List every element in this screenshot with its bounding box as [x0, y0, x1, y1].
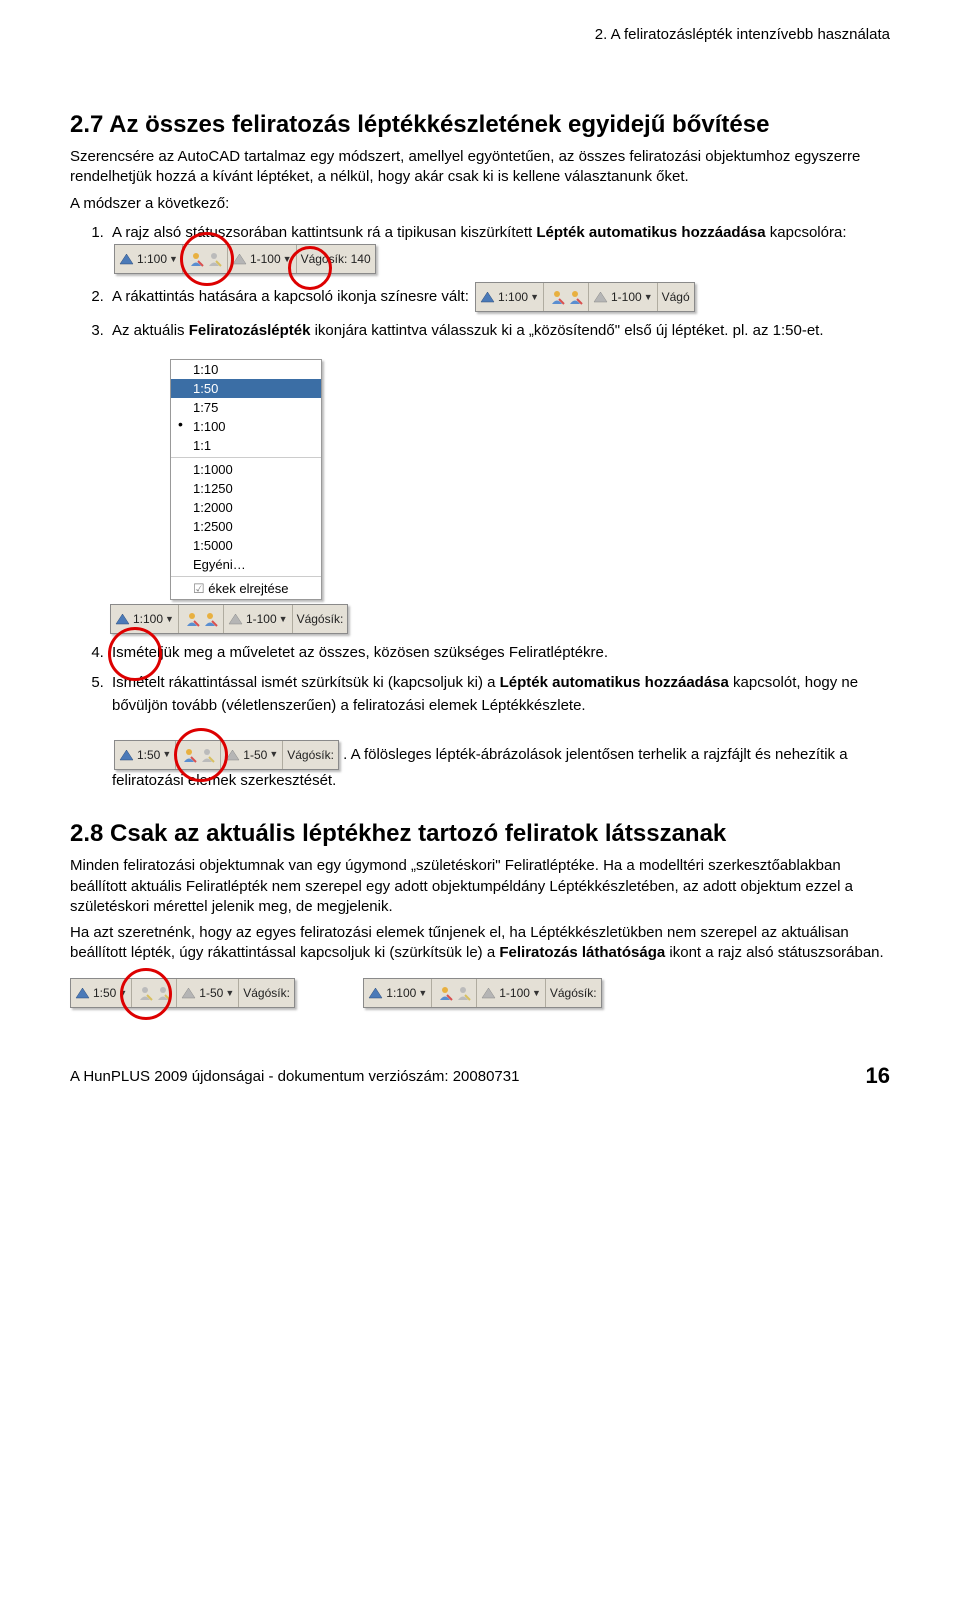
status-bar-4[interactable]: 1:50▼ 1-50▼ Vágósík: [114, 740, 339, 770]
section-2-7-intro: Szerencsére az AutoCAD tartalmaz egy mód… [70, 147, 890, 188]
visibility-icon[interactable] [549, 289, 565, 305]
section-2-8-p2: Ha azt szeretnénk, hogy az egyes felirat… [70, 923, 890, 964]
visibility-icon[interactable] [184, 611, 200, 627]
step-3: Az aktuális Feliratozáslépték ikonjára k… [108, 320, 890, 343]
step-2: A rákattintás hatására a kapcsoló ikonja… [108, 282, 890, 312]
auto-add-icon[interactable] [567, 289, 583, 305]
section-2-8-p1: Minden feliratozási objektumnak van egy … [70, 856, 890, 917]
dropdown-item[interactable]: 1:2000 [171, 498, 321, 517]
dropdown-item[interactable]: 1:1000 [171, 460, 321, 479]
scale-icon [119, 253, 134, 265]
visibility-icon[interactable] [181, 747, 197, 763]
page-header: 2. A feliratozáslépték intenzívebb haszn… [70, 0, 890, 83]
chevron-down-icon: ▼ [169, 253, 178, 267]
step-4: Ismételjük meg a műveletet az összes, kö… [108, 642, 890, 665]
section-2-7-title: 2.7 Az összes feliratozás léptékkészleté… [70, 111, 890, 139]
dropdown-item[interactable]: Egyéni… [171, 555, 321, 574]
step-5: Ismételt rákattintással ismét szürkítsük… [108, 672, 890, 792]
section-2-7-method: A módszer a következő: [70, 194, 890, 214]
step-1: A rajz alsó státuszsorában kattintsunk r… [108, 222, 890, 275]
dropdown-item[interactable]: 1:1 [171, 436, 321, 455]
dropdown-item[interactable]: 1:10 [171, 360, 321, 379]
visibility-icon[interactable] [437, 985, 453, 1001]
dropdown-item[interactable]: 1:2500 [171, 517, 321, 536]
status-bar-3[interactable]: 1:100▼ 1-100▼ Vágósík: [110, 604, 348, 634]
status-bar-5b[interactable]: 1:100▼ 1-100▼ Vágósík: [363, 978, 601, 1008]
dropdown-item[interactable]: 1:75 [171, 398, 321, 417]
dropdown-item[interactable]: 1:50 [171, 379, 321, 398]
page-number: 16 [866, 1063, 890, 1089]
auto-add-icon[interactable] [202, 611, 218, 627]
dropdown-item[interactable]: 1:100 [171, 417, 321, 436]
auto-add-icon[interactable] [199, 747, 215, 763]
auto-add-icon[interactable] [206, 251, 222, 267]
scale-icon [232, 253, 247, 265]
status-bar-1[interactable]: 1:100▼ 1-100▼ Vágósík: 140 [114, 244, 376, 274]
auto-add-icon[interactable] [455, 985, 471, 1001]
dropdown-item[interactable]: 1:1250 [171, 479, 321, 498]
dropdown-item[interactable]: ☑ ékek elrejtése [171, 579, 321, 599]
scale-dropdown[interactable]: 1:10 1:50 1:75 1:100 1:1 1:1000 1:1250 1… [170, 359, 322, 600]
dropdown-item[interactable]: 1:5000 [171, 536, 321, 555]
auto-add-icon[interactable] [155, 985, 171, 1001]
status-bar-2[interactable]: 1:100▼ 1-100▼ Vágó [475, 282, 695, 312]
footer-text: A HunPLUS 2009 újdonságai - dokumentum v… [70, 1068, 519, 1085]
section-2-8-title: 2.8 Csak az aktuális léptékhez tartozó f… [70, 820, 890, 848]
visibility-icon[interactable] [137, 985, 153, 1001]
status-bar-5a[interactable]: 1:50▼ 1-50▼ Vágósík: [70, 978, 295, 1008]
visibility-icon[interactable] [188, 251, 204, 267]
